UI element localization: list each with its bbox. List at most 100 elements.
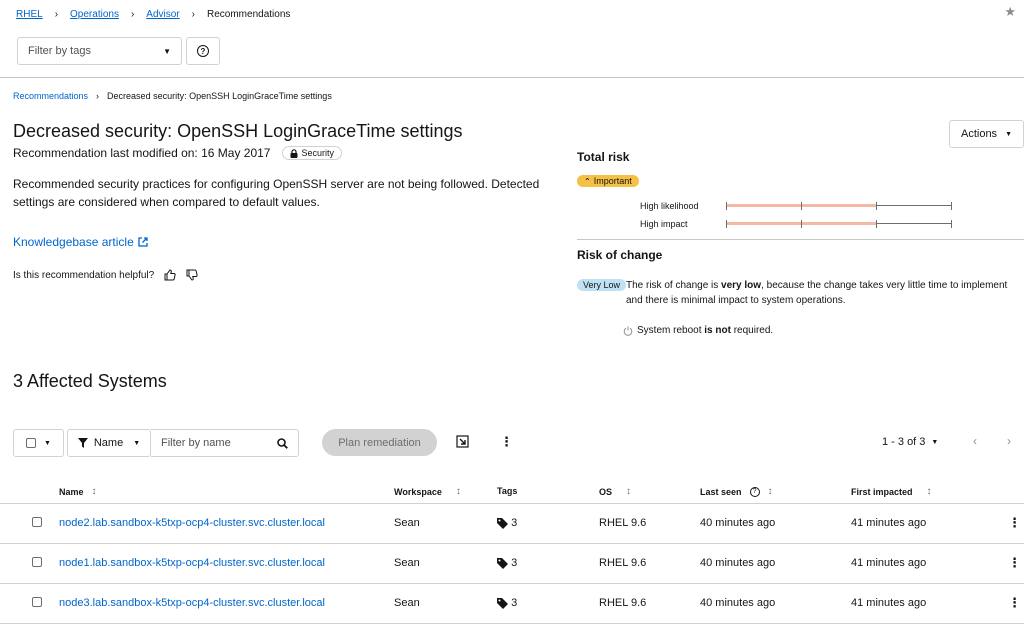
column-first-impacted[interactable]: First impacted ↕	[851, 486, 932, 497]
row-kebab-icon[interactable]: ⋮	[1008, 516, 1021, 529]
column-label: OS	[599, 486, 613, 497]
bar-tick	[876, 220, 877, 228]
actions-dropdown[interactable]: Actions ▼	[949, 120, 1024, 148]
name-search-input[interactable]: Filter by name	[151, 429, 299, 457]
reboot-bold: is not	[704, 325, 731, 336]
row-checkbox[interactable]	[32, 517, 42, 527]
double-chevron-up-icon: ⌃	[584, 176, 591, 186]
likelihood-bar	[726, 202, 952, 210]
chevron-right-icon: ›	[54, 8, 59, 20]
bulk-select-checkbox[interactable]	[26, 438, 37, 448]
category-label: Security	[301, 148, 334, 158]
column-tags: Tags	[497, 486, 517, 496]
workspace-cell: Sean	[394, 517, 420, 529]
page-title: Decreased security: OpenSSH LoginGraceTi…	[13, 121, 463, 141]
divider	[0, 77, 1024, 78]
reboot-pre: System reboot	[637, 325, 705, 336]
likelihood-label: High likelihood	[640, 201, 699, 211]
tag-filter-dropdown[interactable]: Filter by tags ▼	[17, 37, 182, 65]
category-badge: Security	[282, 146, 342, 160]
recommendation-description: Recommended security practices for confi…	[13, 177, 540, 209]
system-name-link[interactable]: node2.lab.sandbox-k5txp-ocp4-cluster.svc…	[59, 517, 325, 529]
row-kebab-icon[interactable]: ⋮	[1008, 556, 1021, 569]
last-seen-cell: 40 minutes ago	[700, 557, 776, 569]
divider	[577, 239, 1024, 240]
last-seen-cell: 40 minutes ago	[700, 517, 776, 529]
row-checkbox[interactable]	[32, 557, 42, 567]
thumbs-down-icon[interactable]	[186, 269, 198, 281]
help-button[interactable]: ?	[186, 37, 220, 65]
star-icon[interactable]: ★	[1004, 4, 1016, 20]
row-kebab-icon[interactable]: ⋮	[1008, 596, 1021, 609]
last-modified: Recommendation last modified on: 16 May …	[13, 146, 342, 160]
row-checkbox[interactable]	[32, 597, 42, 607]
tags-cell[interactable]: 3	[497, 517, 517, 529]
next-page-icon[interactable]: ›	[1007, 434, 1011, 448]
workspace-cell: Sean	[394, 557, 420, 569]
table-row: node2.lab.sandbox-k5txp-ocp4-cluster.svc…	[0, 504, 1024, 544]
tag-icon	[497, 597, 508, 609]
bar-tick	[726, 202, 727, 210]
sort-icon[interactable]: ↕	[768, 486, 773, 497]
breadcrumb-rhel[interactable]: RHEL	[16, 9, 43, 20]
caret-down-icon: ▼	[931, 438, 939, 446]
risk-of-change-text: The risk of change is very low, because …	[626, 278, 1024, 308]
filter-field-dropdown[interactable]: Name ▼	[67, 429, 151, 457]
reboot-text: System reboot is not required.	[637, 325, 773, 336]
tags-cell[interactable]: 3	[497, 557, 517, 569]
prev-page-icon[interactable]: ‹	[973, 434, 977, 448]
search-placeholder: Filter by name	[161, 437, 231, 449]
table-row: node1.lab.sandbox-k5txp-ocp4-cluster.svc…	[0, 544, 1024, 584]
bar-tick	[801, 202, 802, 210]
tags-count: 3	[511, 597, 518, 609]
caret-down-icon: ▼	[44, 439, 51, 447]
thumbs-up-icon[interactable]	[164, 269, 176, 281]
plan-remediation-button[interactable]: Plan remediation	[322, 429, 437, 456]
breadcrumb: Recommendations › Decreased security: Op…	[13, 91, 332, 101]
pagination-toggle[interactable]: 1 - 3 of 3 ▼	[882, 436, 938, 448]
system-name-link[interactable]: node1.lab.sandbox-k5txp-ocp4-cluster.svc…	[59, 557, 325, 569]
tag-icon	[497, 557, 508, 569]
question-circle-icon: ?	[197, 45, 209, 57]
chevron-right-icon: ›	[130, 8, 135, 20]
last-modified-text: Recommendation last modified on: 16 May …	[13, 146, 271, 160]
tags-count: 3	[511, 517, 518, 529]
bulk-select-dropdown[interactable]: ▼	[13, 429, 64, 457]
toolbar-kebab-icon[interactable]: ⋮	[500, 435, 513, 448]
helpful-question: Is this recommendation helpful?	[13, 269, 155, 281]
breadcrumb-advisor[interactable]: Advisor	[146, 9, 179, 20]
question-circle-icon[interactable]: ?	[749, 486, 760, 497]
bar-tick	[876, 202, 877, 210]
knowledgebase-link-text[interactable]: Knowledgebase article	[13, 235, 134, 249]
search-icon[interactable]	[277, 437, 288, 449]
rc-text-pre: The risk of change is	[626, 280, 722, 291]
affected-systems-heading: 3 Affected Systems	[13, 371, 167, 391]
table-header: Name ↕ Workspace ↕ Tags OS ↕ Last seen? ↕ Fi…	[0, 484, 1024, 504]
actions-label: Actions	[960, 128, 998, 140]
filter-icon	[77, 438, 88, 448]
last-seen-cell: 40 minutes ago	[700, 597, 776, 609]
helpful-feedback: Is this recommendation helpful?	[13, 269, 198, 281]
column-name[interactable]: Name ↕	[59, 486, 97, 497]
export-icon[interactable]	[456, 435, 469, 448]
column-workspace[interactable]: Workspace ↕	[394, 486, 461, 497]
system-name-link[interactable]: node3.lab.sandbox-k5txp-ocp4-cluster.svc…	[59, 597, 325, 609]
reboot-info: System reboot is not required.	[623, 325, 773, 336]
breadcrumb-operations[interactable]: Operations	[70, 9, 119, 20]
caret-down-icon: ▼	[163, 46, 171, 56]
sort-icon[interactable]: ↕	[626, 486, 631, 497]
column-os[interactable]: OS ↕	[599, 486, 631, 497]
chevron-right-icon: ›	[96, 91, 100, 101]
lock-icon	[290, 148, 298, 158]
top-breadcrumb: RHEL › Operations › Advisor › Recommenda…	[16, 7, 290, 21]
sort-icon[interactable]: ↕	[456, 486, 461, 497]
sort-icon[interactable]: ↕	[927, 486, 932, 497]
sort-icon[interactable]: ↕	[92, 486, 97, 497]
breadcrumb-current: Recommendations	[207, 8, 291, 20]
breadcrumb-recommendations[interactable]: Recommendations	[13, 91, 88, 101]
tags-cell[interactable]: 3	[497, 597, 517, 609]
impact-bar	[726, 220, 952, 228]
total-risk-heading: Total risk	[577, 150, 630, 164]
column-last-seen[interactable]: Last seen? ↕	[700, 486, 773, 497]
knowledgebase-link[interactable]: Knowledgebase article	[13, 235, 148, 249]
